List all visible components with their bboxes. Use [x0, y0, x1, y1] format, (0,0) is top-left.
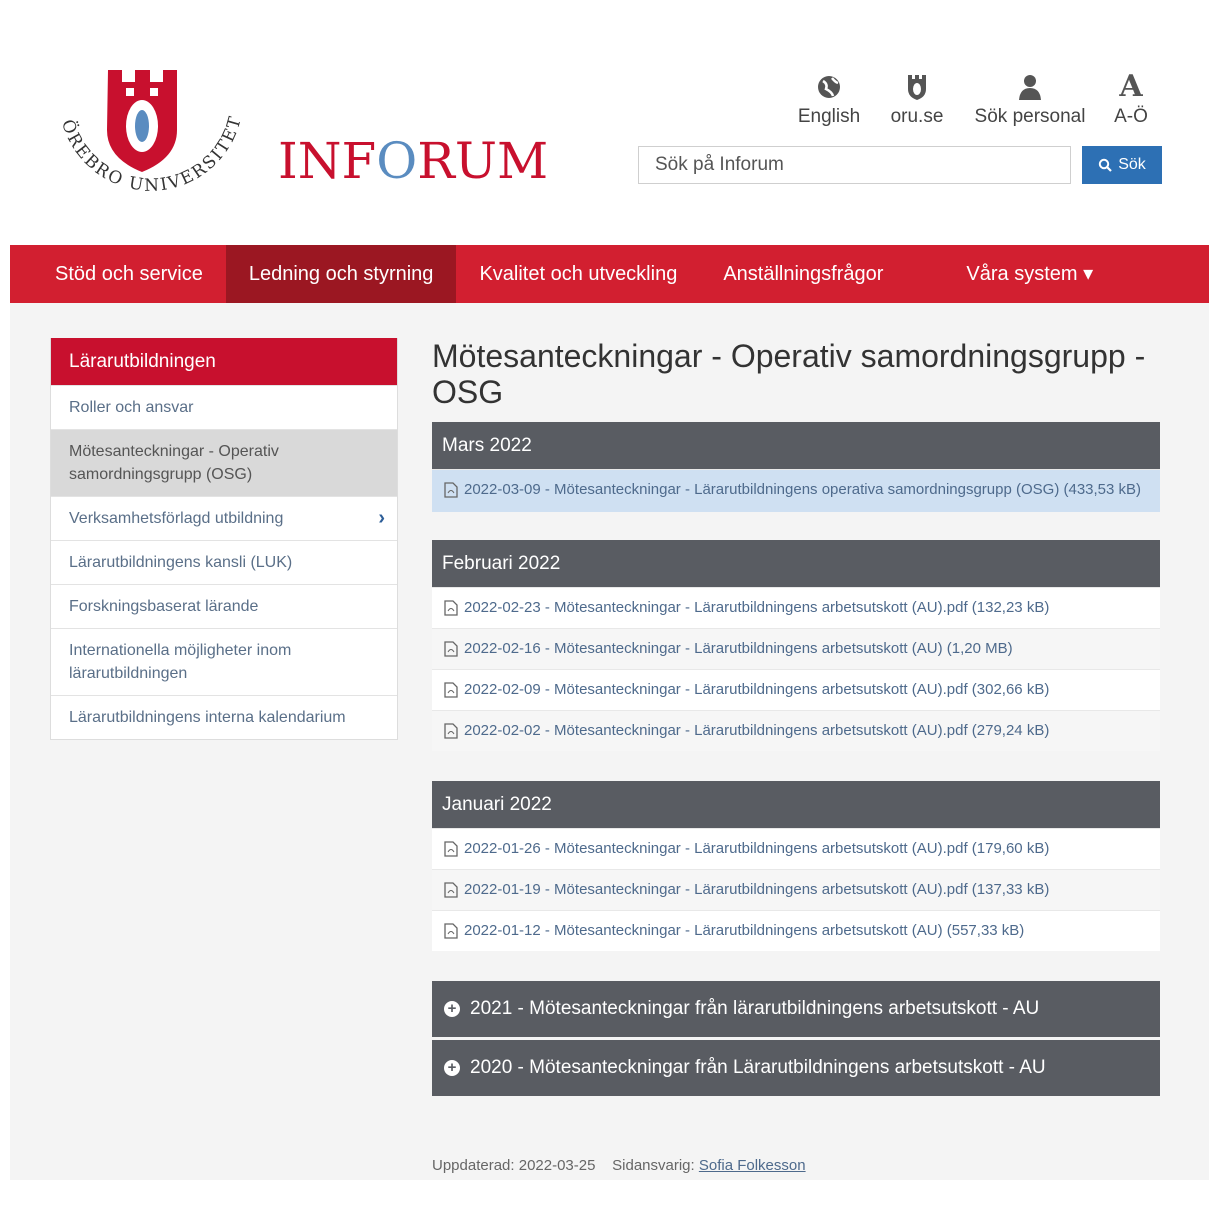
sidebar-item-lararutbildningens-kansli[interactable]: Lärarutbildningens kansli (LUK)	[51, 540, 397, 584]
main-nav: Stöd och service Ledning och styrning Kv…	[10, 245, 1209, 303]
sidebar-item-verksamhetsforlagd-utbildning[interactable]: Verksamhetsförlagd utbildning ›	[51, 496, 397, 540]
section-heading: Januari 2022	[432, 781, 1160, 828]
file-link[interactable]: 2022-02-09 - Mötesanteckningar - Lärarut…	[432, 669, 1160, 710]
person-icon	[971, 72, 1089, 102]
file-link[interactable]: 2022-02-23 - Mötesanteckningar - Lärarut…	[432, 587, 1160, 628]
accordion-2021[interactable]: + 2021 - Mötesanteckningar från lärarutb…	[432, 981, 1160, 1037]
updated-date: Uppdaterad: 2022-03-25	[432, 1157, 596, 1174]
a-z-link[interactable]: A A-Ö	[1110, 72, 1152, 128]
pdf-file-icon	[444, 641, 458, 657]
search-icon	[1099, 158, 1112, 172]
university-logo[interactable]: ÖREBRO UNIVERSITET	[40, 60, 260, 230]
accordion-label: 2020 - Mötesanteckningar från Lärarutbil…	[470, 1057, 1046, 1078]
pdf-file-icon	[444, 600, 458, 616]
pdf-file-icon	[444, 482, 458, 498]
pdf-file-icon	[444, 923, 458, 939]
accordion-label: 2021 - Mötesanteckningar från lärarutbil…	[470, 998, 1040, 1019]
section-mars-2022: Mars 2022 2022-03-09 - Mötesanteckningar…	[432, 422, 1160, 512]
nav-item-kvalitet-och-utveckling[interactable]: Kvalitet och utveckling	[456, 245, 700, 303]
sidebar-item-label: Verksamhetsförlagd utbildning	[69, 510, 284, 527]
page-title: Mötesanteckningar - Operativ samordnings…	[432, 338, 1146, 410]
sidebar-item-forskningsbaserat-larande[interactable]: Forskningsbaserat lärande	[51, 584, 397, 628]
section-februari-2022: Februari 2022 2022-02-23 - Mötesanteckni…	[432, 540, 1160, 751]
nav-item-vara-system[interactable]: Våra system ▾	[906, 245, 1116, 303]
sidebar-heading[interactable]: Lärarutbildningen	[51, 338, 397, 385]
a-letter-icon: A	[1119, 69, 1143, 104]
oru-link[interactable]: oru.se	[886, 72, 948, 128]
main-content: Mötesanteckningar - Operativ samordnings…	[432, 338, 1160, 1099]
pdf-file-icon	[444, 723, 458, 739]
file-link[interactable]: 2022-01-12 - Mötesanteckningar - Lärarut…	[432, 910, 1160, 951]
section-heading: Februari 2022	[432, 540, 1160, 587]
sidebar-item-interna-kalendarium[interactable]: Lärarutbildningens interna kalendarium	[51, 695, 397, 739]
globe-icon	[797, 72, 861, 102]
sidebar-item-roller-och-ansvar[interactable]: Roller och ansvar	[51, 385, 397, 429]
nav-item-ledning-och-styrning[interactable]: Ledning och styrning	[225, 245, 457, 303]
file-link[interactable]: 2022-02-16 - Mötesanteckningar - Lärarut…	[432, 628, 1160, 669]
file-link[interactable]: 2022-01-19 - Mötesanteckningar - Lärarut…	[432, 869, 1160, 910]
search-input[interactable]: Sök på Inforum	[638, 146, 1071, 184]
search-button-label: Sök	[1118, 156, 1146, 173]
plus-circle-icon: +	[444, 1060, 460, 1076]
pdf-file-icon	[444, 841, 458, 857]
plus-circle-icon: +	[444, 1001, 460, 1017]
section-heading: Mars 2022	[432, 422, 1160, 469]
file-link[interactable]: 2022-01-26 - Mötesanteckningar - Lärarut…	[432, 828, 1160, 869]
search-button[interactable]: Sök	[1082, 146, 1162, 184]
sidebar-item-internationella-mojligheter[interactable]: Internationella möjligheter inom lärarut…	[51, 628, 397, 695]
nav-item-stod-och-service[interactable]: Stöd och service	[10, 245, 226, 303]
nav-item-anstallningsfragor[interactable]: Anställningsfrågor	[700, 245, 906, 303]
sidebar-item-motesanteckningar-osg[interactable]: Mötesanteckningar - Operativ samordnings…	[51, 429, 397, 496]
english-link[interactable]: English	[797, 72, 861, 128]
section-januari-2022: Januari 2022 2022-01-26 - Mötesantecknin…	[432, 781, 1160, 951]
sidebar-nav: Lärarutbildningen Roller och ansvar Möte…	[50, 338, 398, 740]
page-footer: Uppdaterad: 2022-03-25 Sidansvarig: Sofi…	[432, 1157, 806, 1174]
oru-crest-icon	[886, 72, 948, 102]
site-name[interactable]: INFORUM	[278, 132, 548, 190]
pdf-file-icon	[444, 682, 458, 698]
pdf-file-icon	[444, 882, 458, 898]
chevron-right-icon[interactable]: ›	[378, 507, 385, 530]
search-staff-link[interactable]: Sök personal	[971, 72, 1089, 128]
file-link[interactable]: 2022-02-02 - Mötesanteckningar - Lärarut…	[432, 710, 1160, 751]
file-link[interactable]: 2022-03-09 - Mötesanteckningar - Lärarut…	[432, 469, 1160, 512]
responsible-link[interactable]: Sofia Folkesson	[699, 1157, 806, 1174]
accordion-2020[interactable]: + 2020 - Mötesanteckningar från Lärarutb…	[432, 1040, 1160, 1096]
responsible-label: Sidansvarig:	[612, 1157, 695, 1174]
